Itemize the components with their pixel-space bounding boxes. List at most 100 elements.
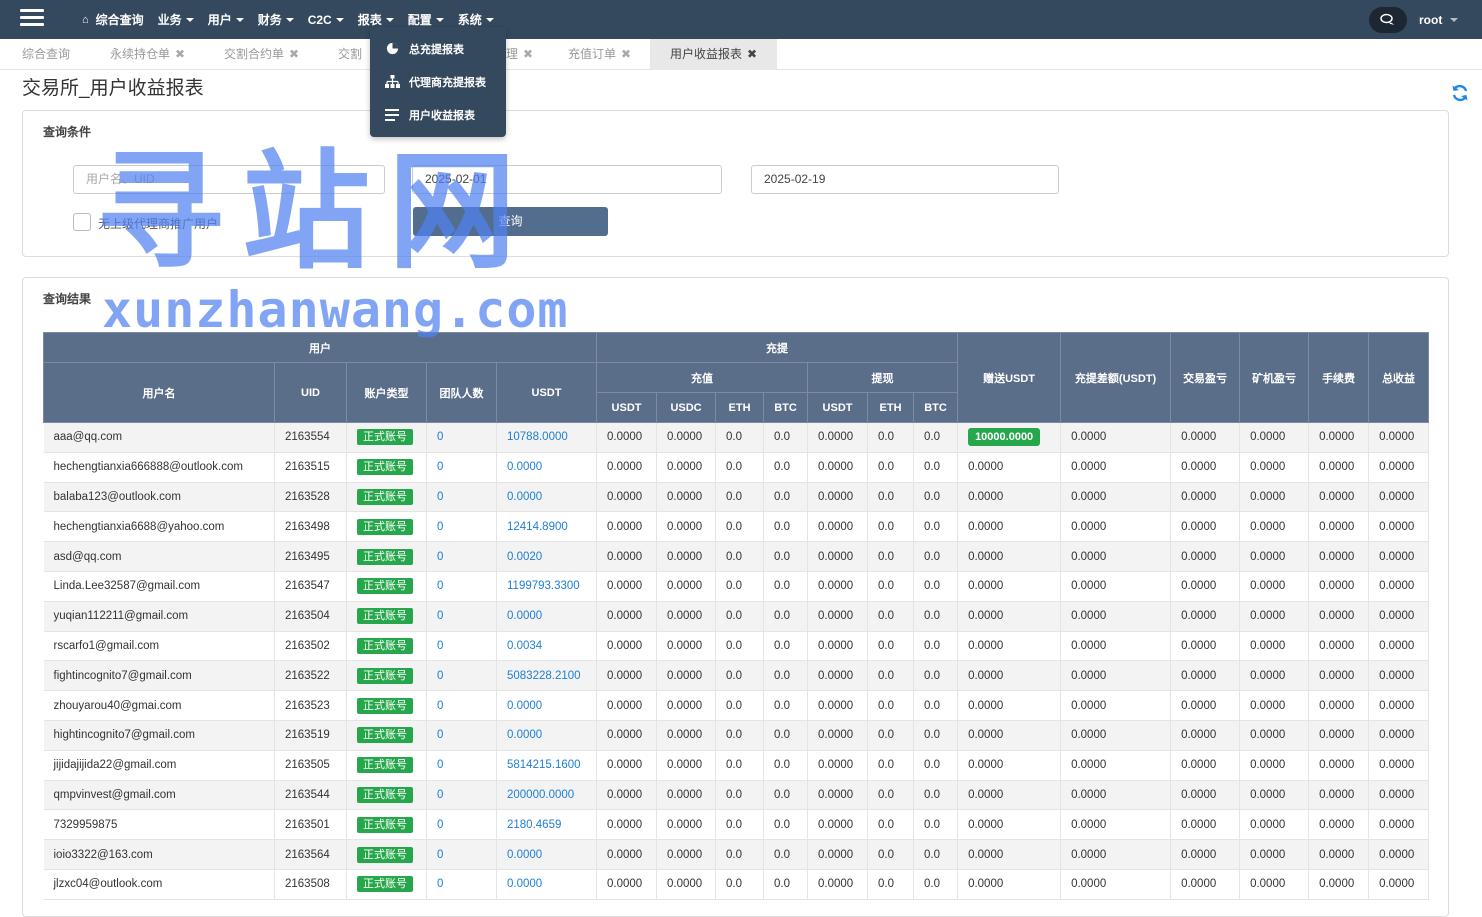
cell-trade-pnl: 0.0000 — [1170, 809, 1241, 841]
cell-usdt-value[interactable]: 0.0000 — [507, 461, 542, 473]
cell-dep-usdc: 0.0000 — [656, 571, 717, 602]
cell-gift-usdt-value: 0.0000 — [968, 878, 1004, 891]
close-icon[interactable]: ✖ — [747, 47, 757, 61]
cell-team-size-value[interactable]: 0 — [437, 640, 443, 652]
cell-team-size-value[interactable]: 0 — [437, 670, 443, 682]
cell-username-value: yuqian112211@gmail.com — [53, 610, 189, 623]
tab-delivery-contracts[interactable]: 交割合约单 ✖ — [224, 39, 299, 70]
cell-usdt-value[interactable]: 200000.0000 — [507, 789, 574, 801]
refresh-icon[interactable] — [1450, 83, 1470, 103]
cell-dep-usdt-value: 0.0000 — [607, 639, 643, 652]
cell-team-size-value[interactable]: 0 — [437, 729, 443, 741]
menu-home[interactable]: ⌂ 综合查询 — [82, 11, 144, 28]
menu-c2c[interactable]: C2C — [308, 13, 344, 27]
cell-mining-pnl-value: 0.0000 — [1250, 699, 1286, 712]
tab-user-profit-report[interactable]: 用户收益报表 ✖ — [650, 39, 778, 70]
cell-team-size-value[interactable]: 0 — [437, 491, 443, 503]
cell-usdt-value[interactable]: 0.0000 — [507, 610, 542, 622]
cell-wd-usdt-value: 0.0000 — [818, 878, 854, 891]
cell-charge-diff: 0.0000 — [1060, 422, 1172, 453]
cell-trade-pnl: 0.0000 — [1170, 422, 1241, 453]
chat-bubbles-icon — [1380, 13, 1394, 25]
cell-team-size-value[interactable]: 0 — [437, 610, 443, 622]
cell-usdt-value[interactable]: 1199793.3300 — [507, 580, 580, 592]
menu-system[interactable]: 系统 — [458, 11, 494, 28]
cell-team-size-value[interactable]: 0 — [437, 789, 443, 801]
cell-usdt-value[interactable]: 0.0000 — [507, 700, 542, 712]
menu-business[interactable]: 业务 — [158, 11, 194, 28]
cell-usdt-value[interactable]: 0.0020 — [507, 551, 542, 563]
cell-team-size-value[interactable]: 0 — [437, 461, 443, 473]
dropdown-item-agent-report[interactable]: 代理商充提报表 — [370, 65, 506, 98]
cell-usdt-value[interactable]: 0.0034 — [507, 640, 542, 652]
cell-usdt-value[interactable]: 12414.8900 — [507, 521, 568, 533]
cell-dep-eth: 0.0 — [715, 601, 765, 632]
menu-finance[interactable]: 财务 — [258, 11, 294, 28]
tab-delivery-hidden[interactable]: 交割 — [338, 39, 362, 70]
cell-usdt-value[interactable]: 0.0000 — [507, 849, 542, 861]
user-search-input[interactable]: 用户名、UID — [73, 165, 385, 194]
cell-total: 0.0000 — [1368, 452, 1430, 483]
cell-total: 0.0000 — [1368, 839, 1430, 870]
cell-mining-pnl: 0.0000 — [1239, 809, 1310, 841]
tab-perpetual-positions[interactable]: 永续持仓单 ✖ — [110, 39, 185, 70]
tab-overview[interactable]: 综合查询 — [22, 39, 70, 70]
cell-team-size-value[interactable]: 0 — [437, 551, 443, 563]
menu-config[interactable]: 配置 — [408, 11, 444, 28]
date-to-input[interactable]: 2025-02-19 — [751, 165, 1059, 194]
cell-team-size-value[interactable]: 0 — [437, 819, 443, 831]
cell-charge-diff-value: 0.0000 — [1071, 431, 1107, 444]
hamburger-menu-icon[interactable] — [20, 9, 44, 28]
cell-usdt-value[interactable]: 5814215.1600 — [507, 759, 581, 771]
close-icon[interactable]: ✖ — [175, 47, 185, 61]
cell-team-size: 0 — [426, 780, 497, 811]
cell-team-size-value[interactable]: 0 — [437, 431, 443, 443]
menu-reports[interactable]: 报表 — [358, 11, 394, 28]
cell-total: 0.0000 — [1368, 660, 1430, 692]
cell-mining-pnl: 0.0000 — [1239, 869, 1310, 900]
tab-hidden[interactable]: 理 ✖ — [506, 39, 533, 70]
cell-username-value: Linda.Lee32587@gmail.com — [53, 580, 201, 593]
cell-team-size-value[interactable]: 0 — [437, 521, 443, 533]
close-icon[interactable]: ✖ — [289, 47, 299, 61]
tab-label: 交割合约单 — [224, 47, 285, 61]
chat-icon[interactable] — [1369, 7, 1407, 33]
cell-usdt-value[interactable]: 5083228.2100 — [507, 670, 581, 682]
cell-team-size-value[interactable]: 0 — [437, 580, 443, 592]
cell-charge-diff-value: 0.0000 — [1071, 699, 1107, 712]
cell-wd-usdt: 0.0000 — [807, 780, 869, 811]
query-button[interactable]: 查询 — [413, 207, 608, 236]
cell-wd-eth: 0.0 — [867, 660, 915, 692]
cell-dep-usdt: 0.0000 — [596, 631, 658, 662]
cell-team-size-value[interactable]: 0 — [437, 759, 443, 771]
cell-team-size-value[interactable]: 0 — [437, 878, 443, 890]
tab-deposit-orders[interactable]: 充值订单 ✖ — [568, 39, 631, 70]
close-icon[interactable]: ✖ — [621, 47, 631, 61]
cell-total-value: 0.0000 — [1379, 729, 1415, 742]
menu-users[interactable]: 用户 — [208, 11, 244, 28]
dropdown-item-user-profit-report[interactable]: 用户收益报表 — [370, 98, 506, 131]
cell-wd-usdt-value: 0.0000 — [818, 848, 854, 861]
cell-team-size-value[interactable]: 0 — [437, 700, 443, 712]
cell-wd-btc-value: 0.0 — [924, 669, 941, 682]
date-from-input[interactable]: 2025-02-01 — [412, 165, 722, 194]
cell-wd-eth-value: 0.0 — [878, 639, 895, 652]
cell-usdt-value[interactable]: 0.0000 — [507, 491, 542, 503]
cell-usdt-value[interactable]: 10788.0000 — [507, 431, 568, 443]
cell-dep-btc-value: 0.0 — [774, 669, 791, 682]
cell-total-value: 0.0000 — [1379, 431, 1415, 444]
user-menu[interactable]: root — [1419, 13, 1459, 27]
cell-usdt-value[interactable]: 0.0000 — [507, 878, 542, 890]
cell-usdt-value[interactable]: 2180.4659 — [507, 819, 561, 831]
no-agent-checkbox[interactable] — [73, 213, 91, 231]
dropdown-item-total-report[interactable]: 总充提报表 — [370, 32, 506, 65]
cell-dep-eth-value: 0.0 — [726, 788, 743, 801]
close-icon[interactable]: ✖ — [523, 47, 533, 61]
cell-dep-btc-value: 0.0 — [774, 818, 791, 831]
cell-usdt-value[interactable]: 0.0000 — [507, 729, 542, 741]
cell-team-size-value[interactable]: 0 — [437, 849, 443, 861]
header-wd-btc: BTC — [913, 392, 959, 423]
cell-mining-pnl: 0.0000 — [1239, 631, 1310, 662]
cell-fee-value: 0.0000 — [1319, 788, 1355, 801]
header-account-type: 账户类型 — [346, 362, 427, 423]
